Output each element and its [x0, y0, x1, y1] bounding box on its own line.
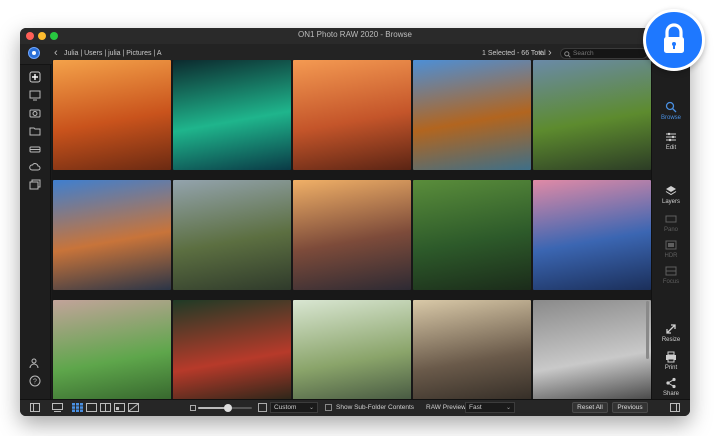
- photo-thumbnail[interactable]: [53, 180, 171, 290]
- photo-thumbnail[interactable]: [413, 180, 531, 290]
- zoom-preset-dropdown[interactable]: Custom ⌄: [270, 402, 318, 413]
- drive-icon[interactable]: [29, 143, 41, 155]
- svg-text:?: ?: [33, 379, 37, 386]
- app-logo-icon[interactable]: [28, 47, 40, 59]
- window-title: ON1 Photo RAW 2020 - Browse: [298, 30, 412, 39]
- monitor-icon[interactable]: [29, 89, 41, 101]
- search-input[interactable]: Search: [560, 48, 648, 59]
- crop-view-icon[interactable]: [128, 403, 139, 412]
- module-label: HDR: [664, 253, 678, 259]
- toggle-right-panel-icon[interactable]: [670, 403, 680, 412]
- module-label: Edit: [665, 145, 677, 151]
- photo-thumbnail[interactable]: [173, 180, 291, 290]
- breadcrumb[interactable]: Julia | Users | julia | Pictures | A: [64, 50, 162, 57]
- search-placeholder: Search: [573, 50, 594, 57]
- raw-previews-dropdown[interactable]: Fast ⌄: [465, 402, 515, 413]
- add-icon[interactable]: [29, 71, 41, 83]
- photo-thumbnail[interactable]: [53, 300, 171, 400]
- title-bar: ON1 Photo RAW 2020 - Browse: [20, 28, 690, 45]
- photo-thumbnail[interactable]: [533, 60, 651, 170]
- browse-icon: [665, 101, 677, 113]
- module-edit[interactable]: Edit: [652, 131, 690, 151]
- photo-thumbnail[interactable]: [413, 300, 531, 400]
- photo-thumbnail[interactable]: [533, 300, 651, 400]
- next-arrow-icon[interactable]: ›: [548, 47, 552, 59]
- raw-previews-label: RAW Previews: [426, 404, 470, 411]
- toggle-left-panel-icon[interactable]: [30, 403, 40, 412]
- module-label: Browse: [660, 115, 681, 121]
- left-toolbar: ?: [20, 65, 51, 401]
- help-icon[interactable]: ?: [29, 375, 41, 387]
- folder-icon[interactable]: [29, 125, 41, 137]
- chevron-down-icon: ⌄: [505, 405, 511, 411]
- lock-icon: [664, 23, 684, 53]
- selection-count: 1 Selected - 66 Total: [482, 50, 546, 57]
- show-subfolder-label: Show Sub-Folder Contents: [336, 404, 415, 411]
- detail-view-icon[interactable]: [86, 403, 97, 412]
- photo-thumbnail[interactable]: [173, 60, 291, 170]
- grid-scrollbar[interactable]: [646, 301, 649, 359]
- module-label: Focus: [662, 279, 680, 285]
- camera-icon[interactable]: [29, 107, 41, 119]
- photo-grid: [52, 60, 652, 400]
- photo-thumbnail[interactable]: [293, 300, 411, 400]
- focus-icon: [665, 266, 677, 276]
- share-icon: [666, 377, 676, 389]
- photo-thumbnail[interactable]: [413, 60, 531, 170]
- module-focus[interactable]: Focus: [652, 265, 690, 285]
- search-icon: [564, 51, 571, 58]
- reset-all-button[interactable]: Reset All: [572, 402, 608, 413]
- module-pano[interactable]: Pano: [652, 213, 690, 233]
- people-icon[interactable]: [29, 357, 41, 369]
- thumbnail-size-slider[interactable]: [198, 404, 252, 412]
- module-share[interactable]: Share: [652, 377, 690, 397]
- layers-icon: [665, 186, 677, 196]
- module-hdr[interactable]: HDR: [652, 239, 690, 259]
- lock-badge: [643, 9, 705, 71]
- edit-icon: [666, 132, 676, 142]
- map-view-icon[interactable]: [114, 403, 125, 412]
- raw-previews-value: Fast: [469, 404, 482, 411]
- print-icon: [666, 351, 676, 363]
- module-label: Layers: [661, 199, 680, 205]
- photo-thumbnail[interactable]: [53, 60, 171, 170]
- right-module-panel: Browse Edit Layers Pano HDR Focus Resize Print S…: [646, 65, 690, 415]
- large-thumbnail-icon: [258, 403, 267, 412]
- small-thumbnail-icon: [190, 405, 196, 411]
- photo-thumbnail[interactable]: [293, 180, 411, 290]
- pano-icon: [665, 215, 677, 223]
- show-subfolder-checkbox[interactable]: [325, 404, 332, 411]
- cloud-icon[interactable]: [29, 161, 41, 173]
- module-label: Resize: [661, 337, 681, 343]
- thumbnail-size-knob[interactable]: [223, 404, 232, 412]
- grid-view-icon[interactable]: [72, 403, 83, 412]
- filmstrip-view-icon[interactable]: [52, 403, 63, 412]
- previous-button[interactable]: Previous: [612, 402, 648, 413]
- back-arrow-icon[interactable]: ‹: [54, 47, 58, 59]
- module-print[interactable]: Print: [652, 351, 690, 371]
- albums-icon[interactable]: [29, 179, 41, 191]
- module-label: Share: [662, 391, 679, 397]
- photo-thumbnail[interactable]: [173, 300, 291, 400]
- previous-arrow-icon[interactable]: ‹: [539, 47, 543, 59]
- zoom-preset-value: Custom: [274, 404, 297, 411]
- app-window: ON1 Photo RAW 2020 - Browse ‹ Julia | Us…: [20, 28, 690, 416]
- module-layers[interactable]: Layers: [652, 185, 690, 205]
- module-label: Print: [664, 365, 678, 371]
- photo-thumbnail[interactable]: [293, 60, 411, 170]
- module-resize[interactable]: Resize: [652, 323, 690, 343]
- compare-view-icon[interactable]: [100, 403, 111, 412]
- chevron-down-icon: ⌄: [308, 405, 314, 411]
- module-label: Pano: [663, 227, 678, 233]
- hdr-icon: [665, 240, 677, 250]
- module-browse[interactable]: Browse: [652, 101, 690, 121]
- resize-icon: [666, 324, 676, 334]
- photo-thumbnail[interactable]: [533, 180, 651, 290]
- bottom-bar: Custom ⌄ Show Sub-Folder Contents RAW Pr…: [20, 399, 690, 416]
